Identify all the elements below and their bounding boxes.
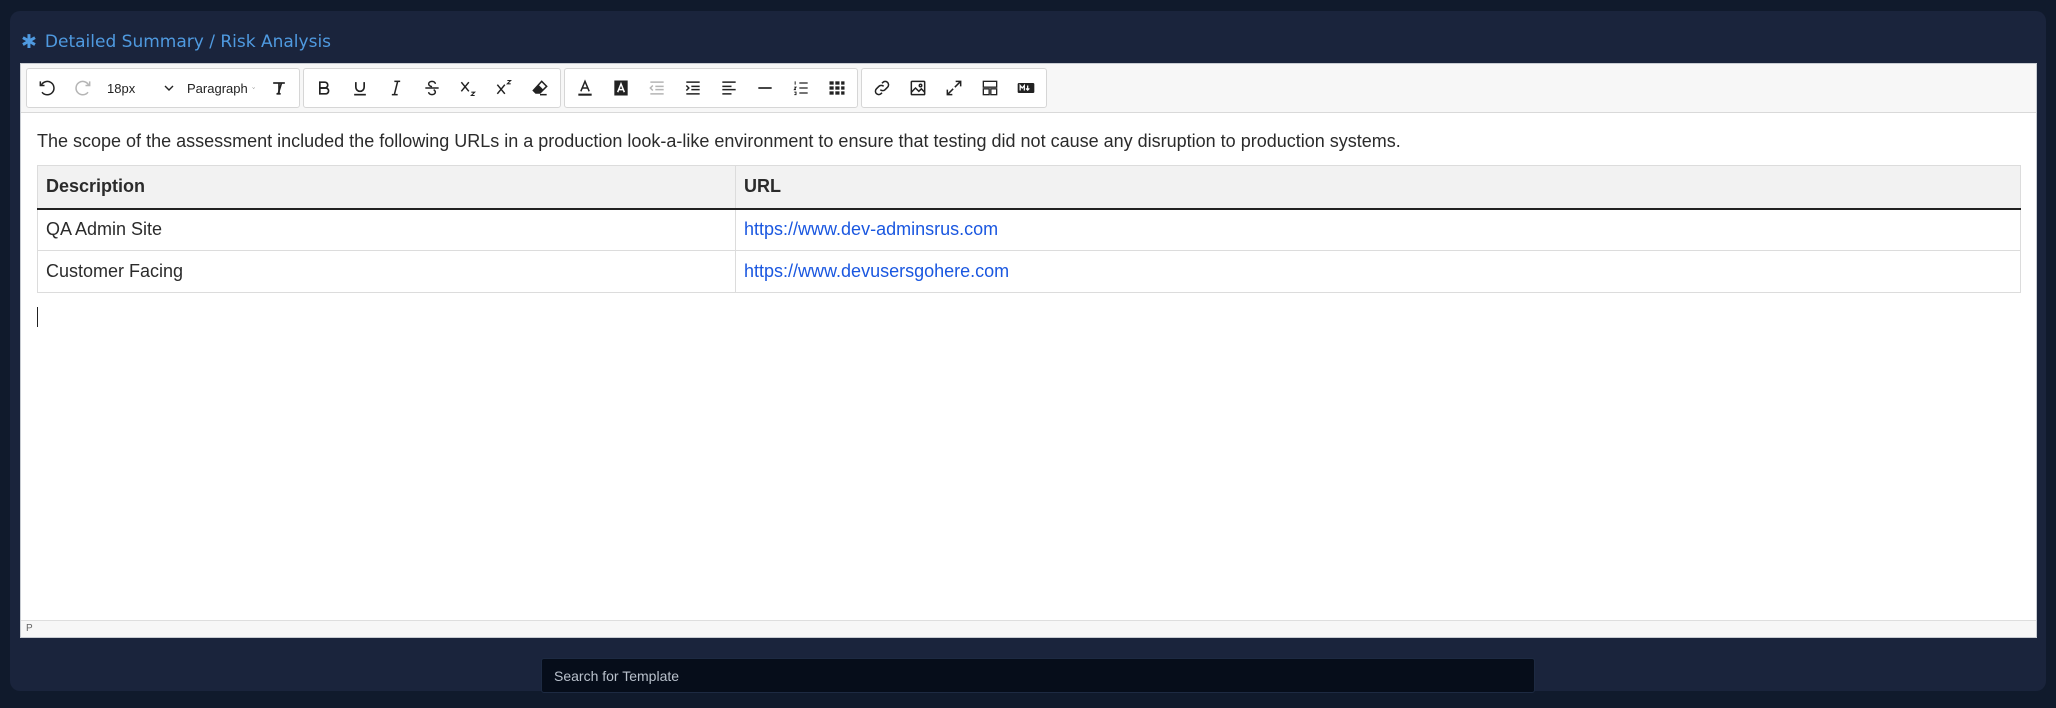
asterisk-icon: ✱ — [21, 30, 37, 53]
table-row: Customer Facing https://www.devusersgohe… — [36, 250, 2021, 293]
editor-toolbar: 18px Paragraph — [21, 64, 2036, 113]
toolbar-group-history: 18px Paragraph — [26, 68, 300, 108]
strikethrough-icon — [425, 80, 439, 96]
italic-icon — [391, 80, 401, 96]
table-button[interactable] — [819, 71, 855, 105]
font-size-value: 18px — [107, 80, 136, 96]
toolbar-group-paragraph — [564, 68, 858, 108]
outdent-icon — [649, 81, 664, 95]
template-button[interactable] — [972, 71, 1008, 105]
section-title: Detailed Summary / Risk Analysis — [44, 32, 332, 52]
italic-button[interactable] — [378, 71, 414, 105]
section-header: ✱ Detailed Summary / Risk Analysis — [21, 20, 331, 64]
expand-icon — [946, 80, 962, 96]
editor-statusbar: P — [21, 620, 2036, 637]
table-grid-icon — [829, 81, 845, 95]
undo-icon — [39, 80, 55, 96]
font-color-icon — [578, 79, 592, 96]
highlight-icon — [614, 80, 628, 96]
subscript-button[interactable] — [450, 71, 486, 105]
element-path: P — [26, 623, 33, 634]
text-style-icon — [273, 82, 285, 95]
indent-icon — [685, 81, 700, 95]
clear-format-button[interactable] — [522, 71, 558, 105]
align-button[interactable] — [711, 71, 747, 105]
numbered-list-icon — [793, 81, 808, 96]
align-left-icon — [722, 81, 736, 95]
font-color-button[interactable] — [567, 71, 603, 105]
markdown-button[interactable] — [1008, 71, 1044, 105]
fullscreen-button[interactable] — [936, 71, 972, 105]
text-style-button[interactable] — [261, 71, 297, 105]
bold-button[interactable] — [306, 71, 342, 105]
horizontal-rule-icon — [758, 87, 772, 89]
url-link[interactable]: https://www.devusersgohere.com — [744, 261, 1009, 281]
description-cell: Customer Facing — [36, 250, 737, 293]
superscript-icon — [496, 79, 512, 95]
font-size-select[interactable]: 18px — [101, 71, 181, 105]
underline-button[interactable] — [342, 71, 378, 105]
outdent-button[interactable] — [639, 71, 675, 105]
list-button[interactable] — [783, 71, 819, 105]
horizontal-rule-button[interactable] — [747, 71, 783, 105]
scope-url-table: Description URL QA Admin Site https://ww… — [36, 165, 2021, 293]
description-cell: QA Admin Site — [36, 208, 737, 251]
link-icon — [874, 80, 890, 96]
table-row: QA Admin Site https://www.dev-adminsrus.… — [36, 208, 2021, 251]
scope-paragraph: The scope of the assessment included the… — [37, 131, 1401, 151]
superscript-button[interactable] — [486, 71, 522, 105]
table-header-row: Description URL — [36, 165, 2021, 210]
section-panel: ✱ Detailed Summary / Risk Analysis 18px … — [10, 11, 2046, 693]
eraser-icon — [532, 80, 548, 96]
block-format-select[interactable]: Paragraph — [181, 71, 261, 105]
text-cursor — [37, 307, 38, 327]
subscript-icon — [460, 81, 476, 97]
rich-text-editor[interactable]: 18px Paragraph The scope of the assessme… — [20, 63, 2037, 638]
strikethrough-button[interactable] — [414, 71, 450, 105]
underline-icon — [354, 82, 366, 96]
block-format-value: Paragraph — [187, 80, 248, 96]
redo-icon — [75, 80, 91, 96]
url-link[interactable]: https://www.dev-adminsrus.com — [744, 219, 998, 239]
undo-button[interactable] — [29, 71, 65, 105]
template-icon — [982, 80, 998, 96]
markdown-icon — [1017, 83, 1035, 93]
column-header-url: URL — [735, 165, 2021, 210]
highlight-color-button[interactable] — [603, 71, 639, 105]
url-cell: https://www.dev-adminsrus.com — [735, 208, 2021, 251]
image-button[interactable] — [900, 71, 936, 105]
column-header-description: Description — [36, 165, 737, 210]
chevron-down-icon — [164, 85, 174, 91]
editor-content[interactable]: The scope of the assessment included the… — [36, 129, 2021, 293]
template-search-input[interactable] — [541, 658, 1535, 693]
image-icon — [910, 80, 926, 96]
toolbar-group-format — [303, 68, 561, 108]
indent-button[interactable] — [675, 71, 711, 105]
toolbar-group-insert — [861, 68, 1047, 108]
link-button[interactable] — [864, 71, 900, 105]
chevron-down-icon — [252, 87, 255, 89]
redo-button[interactable] — [65, 71, 101, 105]
bold-icon — [319, 81, 330, 95]
url-cell: https://www.devusersgohere.com — [735, 250, 2021, 293]
